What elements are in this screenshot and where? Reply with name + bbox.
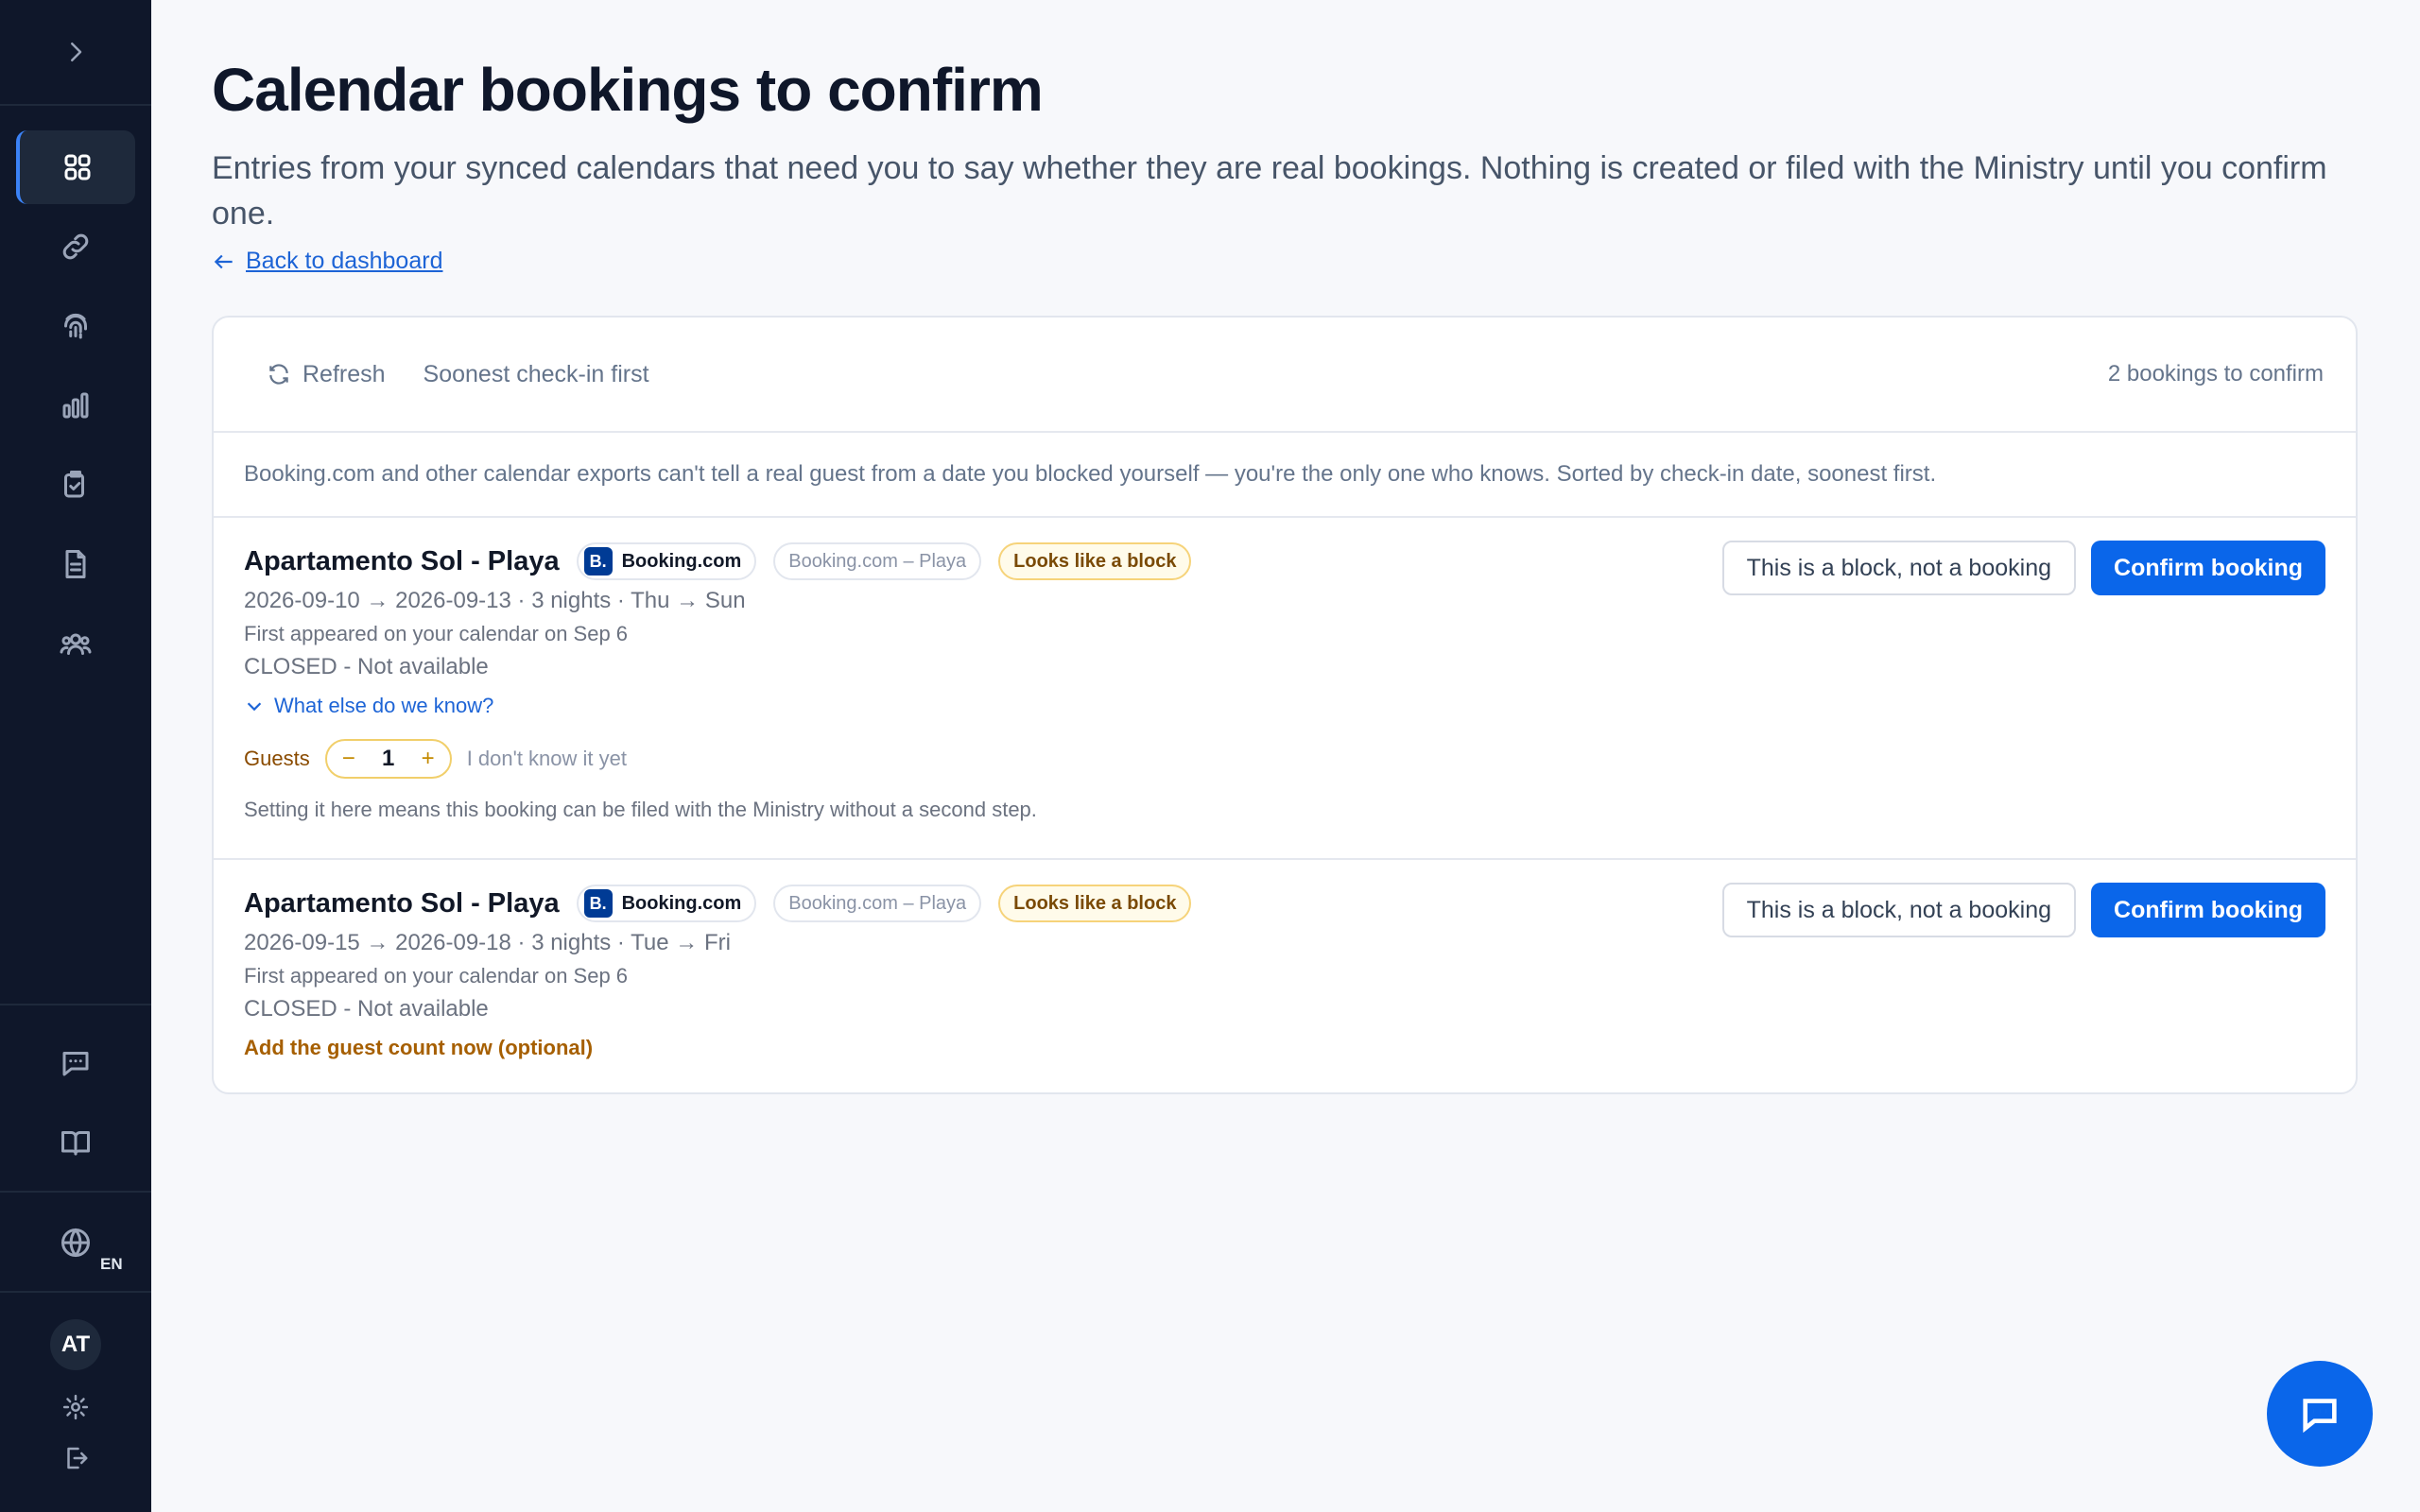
guests-stepper: − 1 + [324, 739, 452, 779]
chevron-down-icon [247, 702, 262, 712]
booking-item: Apartamento Sol - Playa B. Booking.com B… [214, 518, 2356, 860]
sidebar-item-tasks[interactable] [16, 448, 135, 522]
what-else-label: What else do we know? [274, 694, 494, 717]
chat-icon [2303, 1399, 2337, 1434]
calendar-status: CLOSED - Not available [244, 654, 489, 679]
property-name: Apartamento Sol - Playa [244, 545, 560, 576]
sidebar-item-docs[interactable] [16, 1106, 135, 1179]
language-switcher[interactable]: EN [0, 1191, 151, 1293]
channel-name: Booking.com [621, 892, 742, 914]
booking-actions: This is a block, not a booking Confirm b… [1721, 883, 2325, 937]
guests-unknown-option[interactable]: I don't know it yet [467, 747, 627, 771]
page-subtitle: Entries from your synced calendars that … [212, 150, 2327, 232]
booking-item: Apartamento Sol - Playa B. Booking.com B… [214, 860, 2356, 1092]
block-warning-badge: Looks like a block [998, 885, 1192, 922]
chat-icon [62, 1052, 89, 1076]
block-not-booking-button[interactable]: This is a block, not a booking [1721, 883, 2077, 937]
sidebar-item-reports[interactable] [16, 369, 135, 442]
info-text: Booking.com and other calendar exports c… [214, 433, 2356, 518]
block-warning-badge: Looks like a block [998, 542, 1192, 580]
what-else-toggle[interactable]: What else do we know? [244, 694, 2325, 718]
add-guest-count-link[interactable]: Add the guest count now (optional) [244, 1036, 2325, 1060]
chat-support-button[interactable] [2267, 1361, 2373, 1467]
fingerprint-icon [64, 313, 87, 339]
sidebar-item-connections[interactable] [16, 210, 135, 284]
link-icon [62, 233, 89, 260]
sidebar-header [0, 0, 151, 106]
gear-icon[interactable] [61, 1393, 90, 1421]
sidebar-nav [0, 106, 151, 680]
guests-value[interactable]: 1 [382, 746, 394, 772]
refresh-icon [269, 364, 288, 385]
channel-badge: B. Booking.com [576, 542, 757, 580]
arrow-left-icon [214, 254, 233, 268]
users-icon [60, 633, 92, 655]
refresh-button[interactable]: Refresh [267, 361, 386, 388]
user-area: AT [0, 1291, 151, 1512]
guests-row: Guests − 1 + I don't know it yet [244, 739, 2325, 779]
calendar-badge: Booking.com – Playa [773, 885, 982, 922]
language-code: EN [100, 1255, 123, 1273]
booking-actions: This is a block, not a booking Confirm b… [1721, 541, 2325, 595]
guests-label: Guests [244, 747, 310, 770]
property-name: Apartamento Sol - Playa [244, 887, 560, 919]
back-link-label: Back to dashboard [246, 248, 443, 274]
booking-com-logo-icon: B. [583, 889, 613, 918]
back-to-dashboard-link[interactable]: Back to dashboard [212, 248, 2358, 275]
guests-hint: Setting it here means this booking can b… [244, 798, 1037, 821]
confirm-booking-button[interactable]: Confirm booking [2091, 541, 2325, 595]
book-icon [61, 1131, 90, 1156]
bookings-panel: Refresh Soonest check-in first 2 booking… [212, 316, 2358, 1094]
chevron-right-icon[interactable] [61, 38, 90, 66]
block-not-booking-button[interactable]: This is a block, not a booking [1721, 541, 2077, 595]
booking-com-logo-icon: B. [583, 547, 613, 576]
channel-name: Booking.com [621, 550, 742, 572]
page-title: Calendar bookings to confirm [212, 56, 1044, 124]
sidebar-help [0, 1004, 151, 1193]
sidebar: EN AT [0, 0, 151, 1512]
logout-icon[interactable] [61, 1444, 90, 1472]
confirm-booking-button[interactable]: Confirm booking [2091, 883, 2325, 937]
sidebar-item-identity[interactable] [16, 289, 135, 363]
sort-order-label: Soonest check-in first [423, 360, 649, 387]
panel-toolbar: Refresh Soonest check-in first 2 booking… [214, 318, 2356, 433]
sidebar-item-documents[interactable] [16, 527, 135, 601]
clipboard-check-icon [64, 471, 84, 498]
sidebar-item-chat[interactable] [16, 1026, 135, 1100]
grid-icon [64, 154, 91, 180]
globe-icon [61, 1228, 90, 1257]
calendar-status: CLOSED - Not available [244, 996, 489, 1022]
sidebar-item-dashboard[interactable] [16, 130, 135, 204]
bookings-count: 2 bookings to confirm [2107, 361, 2324, 387]
refresh-label: Refresh [302, 360, 386, 387]
sidebar-item-guests[interactable] [16, 607, 135, 680]
channel-badge: B. Booking.com [576, 885, 757, 922]
main-content: Calendar bookings to confirm Entries fro… [212, 0, 2358, 1094]
first-appeared: First appeared on your calendar on Sep 6 [244, 964, 629, 988]
guests-increment-button[interactable]: + [416, 746, 441, 772]
first-appeared: First appeared on your calendar on Sep 6 [244, 622, 629, 645]
guests-decrement-button[interactable]: − [337, 746, 361, 772]
calendar-badge: Booking.com – Playa [773, 542, 982, 580]
bar-chart-icon [62, 392, 89, 419]
avatar[interactable]: AT [50, 1319, 101, 1370]
document-icon [65, 550, 86, 578]
